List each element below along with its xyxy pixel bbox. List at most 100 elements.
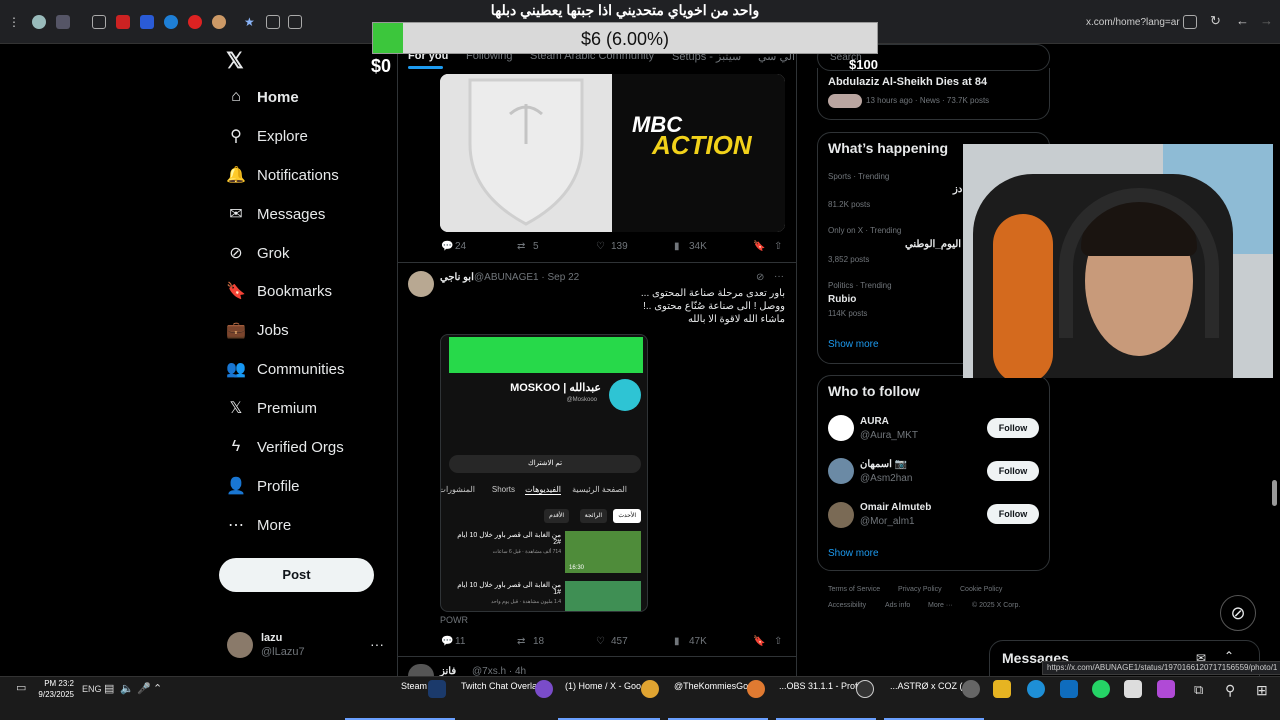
taskbar-app-chrome[interactable]: (1) Home / X - Goo... bbox=[565, 681, 649, 691]
menu-dots-icon[interactable]: ⋮ bbox=[8, 15, 22, 29]
x-logo-icon[interactable]: 𝕏 bbox=[226, 48, 244, 74]
taskbar-app-obs[interactable]: ...OBS 31.1.1 - Profile bbox=[779, 681, 867, 691]
tab-favicon-icon[interactable] bbox=[164, 15, 178, 29]
grok-icon[interactable]: ⊘ bbox=[756, 272, 764, 283]
footer-link[interactable]: Ads info bbox=[885, 602, 910, 609]
taskbar-app-chrome-2[interactable]: @TheKommiesGo... bbox=[674, 681, 756, 691]
windows-start-icon[interactable]: ⊞ bbox=[1256, 682, 1268, 699]
trend-name[interactable]: اليوم_الوطني bbox=[905, 239, 961, 250]
post-button[interactable]: Post bbox=[219, 558, 374, 592]
youtube-screenshot-image[interactable]: MOSKOO | عبدالله @Moskooo تم الاشتراك ال… bbox=[440, 334, 648, 612]
account-name[interactable]: lazu bbox=[261, 632, 282, 644]
whatsapp-icon[interactable] bbox=[1092, 680, 1110, 698]
sidebar-item-premium[interactable]: 𝕏 Premium bbox=[226, 393, 317, 423]
account-more-icon[interactable]: ··· bbox=[370, 636, 384, 652]
author-handle-date[interactable]: @ABUNAGE1 · Sep 22 bbox=[474, 272, 579, 283]
share-icon[interactable] bbox=[288, 15, 302, 29]
chrome-icon[interactable] bbox=[641, 680, 659, 698]
address-bar[interactable]: x.com/home?lang=ar bbox=[1086, 17, 1180, 28]
sidebar-item-grok[interactable]: ⊘ Grok bbox=[226, 238, 289, 268]
microphone-icon[interactable]: 🎤 bbox=[137, 682, 151, 695]
follow-name[interactable]: Omair Almuteb bbox=[860, 502, 931, 513]
discord-icon[interactable] bbox=[962, 680, 980, 698]
clock[interactable]: PM 23:2 9/23/2025 bbox=[38, 678, 74, 700]
account-handle[interactable]: @lLazu7 bbox=[261, 646, 305, 658]
footer-link[interactable]: Cookie Policy bbox=[960, 586, 1002, 593]
back-icon[interactable]: ← bbox=[1236, 13, 1250, 28]
sidebar-item-verified-orgs[interactable]: ϟ Verified Orgs bbox=[226, 432, 344, 462]
repost-icon[interactable]: ⇄ bbox=[517, 241, 525, 252]
store-icon[interactable] bbox=[1124, 680, 1142, 698]
follow-button[interactable]: Follow bbox=[987, 418, 1039, 438]
author-avatar[interactable] bbox=[408, 271, 434, 297]
star-icon[interactable]: ★ bbox=[244, 15, 258, 29]
scrollbar[interactable] bbox=[1272, 480, 1277, 506]
outlook-icon[interactable] bbox=[1060, 680, 1078, 698]
tab-favicon-icon[interactable] bbox=[188, 15, 202, 29]
views-icon[interactable]: ▮ bbox=[674, 241, 680, 252]
share-icon[interactable]: ⇧ bbox=[774, 241, 782, 252]
language-indicator[interactable]: ENG bbox=[82, 684, 102, 694]
network-icon[interactable]: ▤ bbox=[104, 682, 114, 695]
copilot-icon[interactable] bbox=[1157, 680, 1175, 698]
follow-avatar[interactable] bbox=[828, 415, 854, 441]
sidebar-item-home[interactable]: ⌂ Home bbox=[226, 82, 299, 112]
trend-name[interactable]: دز bbox=[953, 184, 962, 195]
grok-button-icon[interactable]: ⊘ bbox=[1220, 595, 1256, 631]
tab-favicon-icon[interactable] bbox=[212, 15, 226, 29]
bookmark-icon[interactable]: 🔖 bbox=[753, 241, 765, 252]
footer-link[interactable]: Privacy Policy bbox=[898, 586, 942, 593]
youtube-icon[interactable] bbox=[116, 15, 130, 29]
tab-favicon-icon[interactable] bbox=[140, 15, 154, 29]
like-icon[interactable]: ♡ bbox=[596, 241, 605, 252]
reload-icon[interactable]: ↻ bbox=[1210, 13, 1224, 28]
show-more-link[interactable]: Show more bbox=[828, 339, 879, 350]
account-avatar[interactable] bbox=[227, 632, 253, 658]
footer-link[interactable]: More ··· bbox=[928, 602, 953, 609]
reply-icon[interactable]: 💬 bbox=[441, 636, 453, 647]
reply-icon[interactable]: 💬 bbox=[441, 241, 453, 252]
twitch-icon[interactable] bbox=[535, 680, 553, 698]
author-name[interactable]: ابو ناجي bbox=[440, 272, 474, 283]
repost-icon[interactable]: ⇄ bbox=[517, 636, 525, 647]
like-icon[interactable]: ♡ bbox=[596, 636, 605, 647]
follow-name[interactable]: AURA bbox=[860, 416, 889, 427]
edge-icon[interactable] bbox=[1027, 680, 1045, 698]
extensions-icon[interactable] bbox=[266, 15, 280, 29]
sidebar-item-explore[interactable]: ⚲ Explore bbox=[226, 121, 308, 151]
share-icon[interactable]: ⇧ bbox=[774, 636, 782, 647]
site-settings-icon[interactable] bbox=[1183, 15, 1197, 29]
tab-favicon-icon[interactable] bbox=[56, 15, 70, 29]
sidebar-item-bookmarks[interactable]: 🔖 Bookmarks bbox=[226, 276, 332, 306]
taskbar-app-steam[interactable]: Steam bbox=[401, 681, 427, 691]
task-view-icon[interactable]: ⧉ bbox=[1194, 682, 1203, 698]
tweet-media[interactable]: MBC ACTION bbox=[440, 74, 785, 232]
file-explorer-icon[interactable] bbox=[993, 680, 1011, 698]
sidebar-item-communities[interactable]: 👥 Communities bbox=[226, 354, 345, 384]
more-icon[interactable]: ··· bbox=[774, 271, 784, 282]
follow-button[interactable]: Follow bbox=[987, 504, 1039, 524]
sidebar-item-profile[interactable]: 👤 Profile bbox=[226, 471, 300, 501]
views-icon[interactable]: ▮ bbox=[674, 636, 680, 647]
search-icon[interactable]: ⚲ bbox=[1225, 682, 1235, 699]
obs-icon[interactable] bbox=[856, 680, 874, 698]
follow-avatar[interactable] bbox=[828, 458, 854, 484]
chevron-up-icon[interactable]: ⌃ bbox=[153, 682, 162, 695]
taskbar-app-twitch-overlay[interactable]: Twitch Chat Overlay bbox=[461, 681, 542, 691]
footer-link[interactable]: Terms of Service bbox=[828, 586, 880, 593]
news-title[interactable]: Abdulaziz Al-Sheikh Dies at 84 bbox=[828, 76, 987, 88]
tab-favicon-icon[interactable] bbox=[32, 15, 46, 29]
bookmark-icon[interactable]: 🔖 bbox=[753, 636, 765, 647]
steam-icon[interactable] bbox=[428, 680, 446, 698]
forward-icon[interactable]: → bbox=[1260, 13, 1274, 28]
sidebar-item-jobs[interactable]: 💼 Jobs bbox=[226, 315, 289, 345]
follow-avatar[interactable] bbox=[828, 502, 854, 528]
notification-icon[interactable]: ▭ bbox=[16, 681, 26, 694]
follow-button[interactable]: Follow bbox=[987, 461, 1039, 481]
sidebar-item-more[interactable]: ⋯ More bbox=[226, 510, 291, 540]
show-more-link[interactable]: Show more bbox=[828, 548, 879, 559]
trend-name[interactable]: Rubio bbox=[828, 294, 856, 305]
follow-name[interactable]: اسمهان 📷 bbox=[860, 459, 907, 470]
footer-link[interactable]: Accessibility bbox=[828, 602, 866, 609]
sidebar-item-notifications[interactable]: 🔔1Notifications bbox=[226, 160, 471, 190]
